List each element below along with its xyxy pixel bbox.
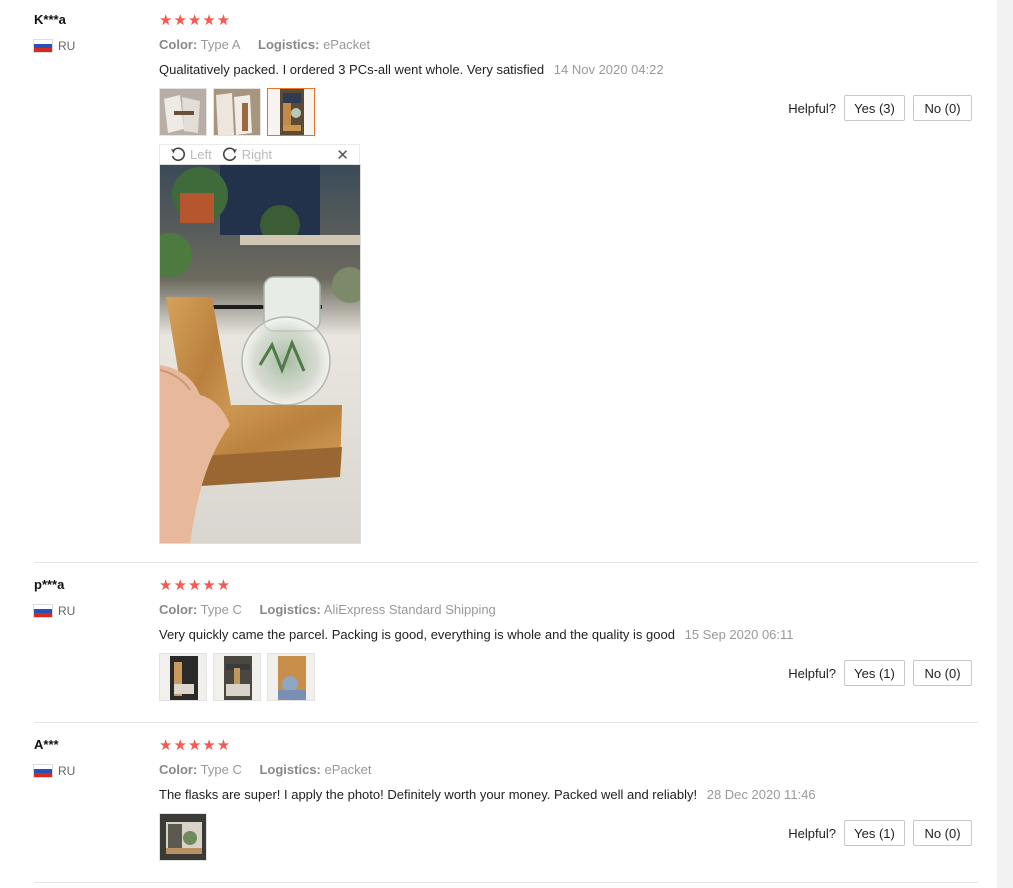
color-value: Type A [200,37,241,52]
reviewer-name: p***a [34,577,65,592]
logistics-label: Logistics: [259,762,321,777]
flag-ru-icon [34,765,52,777]
review-meta: Color: Type C Logistics: ePacket [159,762,372,777]
country-code: RU [58,604,76,618]
color-value: Type C [200,762,242,777]
photo-thumbnail[interactable] [159,88,207,136]
logistics-value: ePacket [324,762,372,777]
review-date: 15 Sep 2020 06:11 [684,627,794,642]
reviewer-country: RU [34,604,75,618]
helpful-no-button[interactable]: No (0) [913,660,972,686]
photo-thumbnail[interactable] [159,813,207,861]
logistics-label: Logistics: [259,602,321,617]
helpful-vote: Helpful? Yes (1) No (0) [788,660,972,686]
close-icon[interactable]: ✕ [336,146,349,164]
helpful-vote: Helpful? Yes (1) No (0) [788,820,972,846]
rotate-left-label: Left [190,147,212,162]
review-divider [34,882,978,883]
helpful-label: Helpful? [788,100,836,116]
helpful-yes-button[interactable]: Yes (3) [844,95,905,121]
star-rating: ★★★★★ [159,737,232,754]
rotate-right-button[interactable]: Right [222,147,272,163]
rotate-left-button[interactable]: Left [170,147,212,163]
review-text-row: The flasks are super! I apply the photo!… [159,787,816,802]
flag-ru-icon [34,605,52,617]
review-divider [34,722,978,723]
star-rating: ★★★★★ [159,12,232,29]
photo-thumbnails [159,813,207,861]
reviewer-country: RU [34,39,75,53]
rotate-right-icon [222,147,237,161]
logistics-label: Logistics: [258,37,320,52]
photo-thumbnail-selected[interactable] [267,88,315,136]
photo-thumbnail[interactable] [213,88,261,136]
flag-ru-icon [34,40,52,52]
photo-thumbnails [159,88,315,136]
helpful-yes-button[interactable]: Yes (1) [844,820,905,846]
rotate-left-icon [171,147,186,161]
logistics-value: AliExpress Standard Shipping [323,602,496,617]
reviewer-name: A*** [34,737,59,752]
helpful-no-button[interactable]: No (0) [913,820,972,846]
helpful-yes-button[interactable]: Yes (1) [844,660,905,686]
photo-thumbnails [159,653,315,701]
country-code: RU [58,764,76,778]
reviewer-name: K***a [34,12,66,27]
review-text: The flasks are super! I apply the photo!… [159,787,698,802]
rotate-right-label: Right [241,147,273,162]
review-text: Very quickly came the parcel. Packing is… [159,627,675,642]
review-divider [34,562,978,563]
color-label: Color: [159,602,198,617]
photo-thumbnail[interactable] [267,653,315,701]
review-text: Qualitatively packed. I ordered 3 PCs-al… [159,62,545,77]
helpful-label: Helpful? [788,665,836,681]
review-text-row: Qualitatively packed. I ordered 3 PCs-al… [159,62,664,77]
review-meta: Color: Type C Logistics: AliExpress Stan… [159,602,496,617]
color-label: Color: [159,762,198,777]
logistics-value: ePacket [323,37,371,52]
color-value: Type C [200,602,242,617]
review-date: 28 Dec 2020 11:46 [706,787,816,802]
review-date: 14 Nov 2020 04:22 [553,62,664,77]
helpful-label: Helpful? [788,825,836,841]
photo-viewer-image [159,164,361,544]
helpful-vote: Helpful? Yes (3) No (0) [788,95,972,121]
photo-viewer-toolbar: Left Right ✕ [159,144,360,164]
review-meta: Color: Type A Logistics: ePacket [159,37,370,52]
photo-thumbnail[interactable] [159,653,207,701]
reviewer-country: RU [34,764,75,778]
photo-thumbnail[interactable] [213,653,261,701]
country-code: RU [58,39,76,53]
color-label: Color: [159,37,198,52]
review-text-row: Very quickly came the parcel. Packing is… [159,627,794,642]
star-rating: ★★★★★ [159,577,232,594]
helpful-no-button[interactable]: No (0) [913,95,972,121]
reviews-panel: K***a RU ★★★★★ Color: Type A Logistics: … [0,0,997,888]
